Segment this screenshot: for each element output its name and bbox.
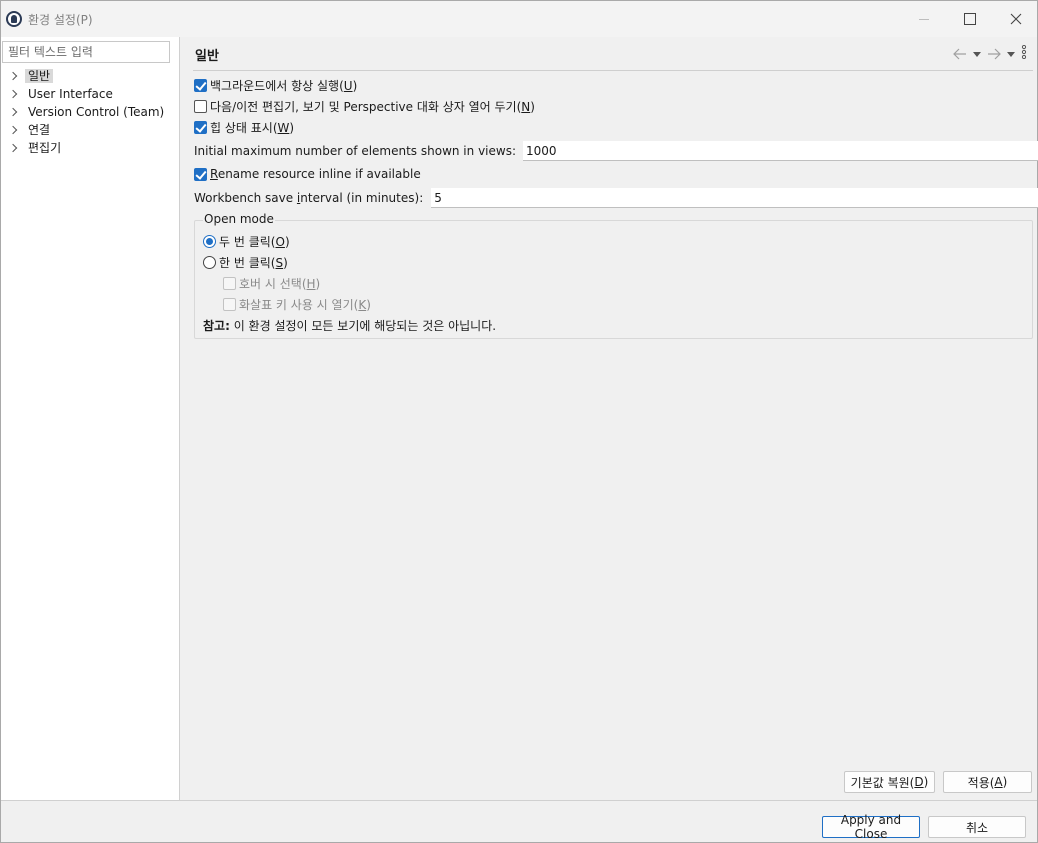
forward-arrow-icon[interactable] [987,48,1001,60]
minimize-button[interactable] [901,1,947,37]
chevron-right-icon[interactable] [8,71,18,81]
initial-max-elements-field[interactable] [523,141,1038,161]
show-heap-option[interactable]: 힙 상태 표시(W) [194,117,294,137]
single-click-option[interactable]: 한 번 클릭(S) [203,252,288,272]
option-label: 두 번 클릭(O) [219,234,290,249]
rename-inline-checkbox[interactable] [194,167,207,181]
initial-max-elements-label: Initial maximum number of elements shown… [194,144,516,158]
view-menu-icon[interactable] [1021,44,1027,62]
chevron-right-icon[interactable] [8,107,18,117]
filter-input[interactable] [2,41,170,63]
back-dropdown-icon[interactable] [973,47,981,61]
option-label: 화살표 키 사용 시 열기(K) [239,297,371,312]
tree-item-version-control[interactable]: Version Control (Team) [1,103,180,121]
open-mode-group: Open mode 두 번 클릭(O) 한 번 클릭(S) 호버 시 선택(H)… [194,212,1033,339]
page-navigation [953,44,1027,62]
chevron-right-icon[interactable] [8,89,18,99]
open-mode-title: Open mode [203,212,275,226]
option-label: 백그라운드에서 항상 실행(U) [210,78,358,93]
note-text: 이 환경 설정이 모든 보기에 해당되는 것은 아닙니다. [229,318,497,333]
tree-item-label: 연결 [28,123,51,137]
double-click-option[interactable]: 두 번 클릭(O) [203,231,290,251]
preference-page: 일반 백그라운드에서 항상 실행(U) 다음/이전 편집기, 보기 및 Pers… [181,37,1038,800]
save-interval-label: Workbench save interval (in minutes): [194,191,424,205]
chevron-right-icon[interactable] [8,143,18,153]
run-in-background-checkbox[interactable] [194,78,207,92]
tree-item-label: 일반 [25,69,54,83]
option-label: 다음/이전 편집기, 보기 및 Perspective 대화 상자 열어 두기(… [210,99,535,114]
page-title: 일반 [195,49,219,64]
footer-separator [1,800,1037,801]
title-bar: 환경 설정(P) [1,1,1037,37]
open-arrow-keys-option[interactable]: 화살표 키 사용 시 열기(K) [223,294,371,314]
tree-item-connection[interactable]: 연결 [1,121,180,139]
restore-defaults-button[interactable]: 기본값 복원(D) [844,771,935,793]
apply-button[interactable]: 적용(A) [943,771,1032,793]
tree-item-general[interactable]: 일반 [1,67,180,85]
tree-item-label: User Interface [28,87,113,101]
select-on-hover-checkbox[interactable] [223,276,236,290]
open-mode-note: 참고: 이 환경 설정이 모든 보기에 해당되는 것은 아닙니다. [203,315,496,335]
keep-next-prev-checkbox[interactable] [194,99,207,113]
cancel-button[interactable]: 취소 [928,816,1026,838]
keep-next-prev-option[interactable]: 다음/이전 편집기, 보기 및 Perspective 대화 상자 열어 두기(… [194,96,535,116]
preferences-tree-pane: 일반 User Interface Version Control (Team)… [1,37,180,800]
option-label: 힙 상태 표시(W) [210,120,295,135]
double-click-radio[interactable] [203,234,216,248]
close-button[interactable] [993,1,1038,37]
forward-dropdown-icon[interactable] [1007,47,1015,61]
option-label: 호버 시 선택(H) [239,276,321,291]
title-separator [193,70,1033,71]
back-arrow-icon[interactable] [953,48,967,60]
tree-item-editors[interactable]: 편집기 [1,139,180,157]
show-heap-checkbox[interactable] [194,120,207,134]
close-icon [1010,13,1022,25]
open-arrow-keys-checkbox[interactable] [223,297,236,311]
preferences-tree: 일반 User Interface Version Control (Team)… [1,67,180,157]
eclipse-app-icon [6,11,22,27]
save-interval-row: Workbench save interval (in minutes): [194,187,1038,209]
select-on-hover-option[interactable]: 호버 시 선택(H) [223,273,320,293]
window-title: 환경 설정(P) [28,13,93,27]
preferences-dialog: 환경 설정(P) 일반 User Interface Version Contr… [0,0,1038,843]
run-in-background-option[interactable]: 백그라운드에서 항상 실행(U) [194,75,357,95]
chevron-right-icon[interactable] [8,125,18,135]
tree-item-user-interface[interactable]: User Interface [1,85,180,103]
initial-max-elements-row: Initial maximum number of elements shown… [194,140,1038,162]
single-click-radio[interactable] [203,255,216,269]
tree-item-label: Version Control (Team) [28,105,165,119]
rename-inline-option[interactable]: Rename resource inline if available [194,164,421,184]
apply-and-close-button[interactable]: Apply and Close [822,813,920,841]
option-label: Rename resource inline if available [210,167,421,181]
option-label: 한 번 클릭(S) [219,255,288,270]
tree-item-label: 편집기 [28,141,62,155]
save-interval-field[interactable] [431,188,1038,208]
maximize-button[interactable] [947,1,993,37]
note-label: 참고: [203,318,230,333]
